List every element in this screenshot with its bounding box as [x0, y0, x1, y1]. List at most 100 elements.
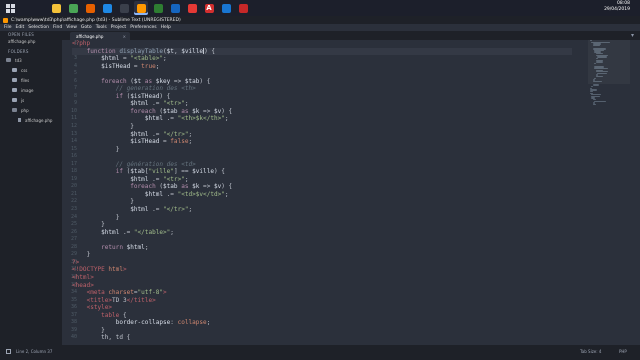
tab-label: affichage.php: [76, 33, 104, 39]
open-file-item[interactable]: affichage.php: [0, 38, 62, 45]
sidebar-folder-item[interactable]: td3: [0, 55, 62, 65]
code-line: ?>: [72, 259, 572, 267]
menu-preferences[interactable]: Preferences: [130, 25, 156, 30]
code-token: ) {: [221, 107, 233, 115]
menu-find[interactable]: Find: [53, 25, 62, 30]
code-line: <head>: [72, 282, 572, 290]
code-token: $html: [101, 55, 120, 63]
firefox-icon[interactable]: [83, 1, 97, 15]
tab-dropdown-icon[interactable]: ▾: [631, 32, 634, 39]
menu-view[interactable]: View: [66, 25, 77, 30]
syntax-mode[interactable]: PHP: [619, 349, 627, 354]
taskbar-apps: A: [49, 1, 253, 15]
sidebar-folder-item[interactable]: files: [0, 75, 62, 85]
menu-help[interactable]: Help: [161, 25, 171, 30]
code-token: ] ==: [173, 168, 193, 176]
code-token: $tab: [184, 77, 200, 85]
code-token: return: [101, 243, 123, 251]
minimap[interactable]: [588, 40, 630, 106]
code-token: // generation des <th>: [115, 85, 196, 93]
code-editor[interactable]: 1234567891011121314151617181920212223242…: [62, 40, 640, 345]
code-token: ;: [155, 62, 160, 70]
app-icon-blue[interactable]: [100, 1, 114, 15]
code-line: table {: [72, 312, 572, 320]
sidebar-item-label: css: [21, 67, 28, 73]
sidebar-folder-item[interactable]: js: [0, 95, 62, 105]
code-token: =>: [199, 107, 214, 115]
code-token: ;: [224, 190, 229, 198]
sidebar-folder-item[interactable]: image: [0, 85, 62, 95]
code-line: $html .= "<td>$v</td>";: [72, 191, 572, 199]
code-token: foreach: [101, 77, 127, 85]
code-line: }: [72, 251, 572, 259]
code-line: $html .= "<tr>";: [72, 100, 572, 108]
code-area[interactable]: <?php function displayTable($t, $ville) …: [72, 40, 572, 345]
windows-taskbar: A 08:08 29/04/2019: [0, 0, 640, 16]
menu-project[interactable]: Project: [111, 25, 126, 30]
sidebar-folder-item[interactable]: php: [0, 105, 62, 115]
taskbar-clock[interactable]: 08:08 29/04/2019: [604, 1, 630, 13]
code-line: }: [72, 198, 572, 206]
code-line: $html .= "<tr>";: [72, 176, 572, 184]
code-token: ;: [184, 175, 189, 183]
tab-affichage-php[interactable]: affichage.php ×: [70, 32, 130, 40]
code-line: }: [72, 146, 572, 154]
menu-edit[interactable]: Edit: [16, 25, 25, 30]
file-explorer-icon[interactable]: [49, 1, 63, 15]
code-token: "<th>$k</th>": [177, 115, 225, 123]
menu-bar: File Edit Selection Find View Goto Tools Projec…: [0, 24, 640, 31]
folder-icon: [12, 78, 17, 82]
app-icon-blue2[interactable]: [168, 1, 182, 15]
code-token: displayTable: [119, 47, 164, 55]
menu-file[interactable]: File: [4, 25, 12, 30]
app-icon-blue2-glyph: [170, 3, 180, 13]
panel-toggle-icon[interactable]: [6, 349, 11, 354]
menu-selection[interactable]: Selection: [28, 25, 49, 30]
app-icon-blue3-glyph: [221, 3, 231, 13]
menu-tools[interactable]: Tools: [96, 25, 107, 30]
windows-start-icon[interactable]: [3, 1, 17, 15]
app-icon-blue3[interactable]: [219, 1, 233, 15]
app-icon-red[interactable]: [236, 1, 250, 15]
folder-icon: [12, 108, 17, 112]
file-icon: [18, 118, 21, 122]
code-token: ;: [144, 243, 149, 251]
adobe-icon[interactable]: A: [202, 1, 216, 15]
sidebar-bottom: [0, 337, 62, 345]
sidebar-file-item[interactable]: affichage.php: [0, 115, 62, 125]
code-line: th, td {: [72, 334, 572, 342]
menu-goto[interactable]: Goto: [81, 25, 92, 30]
code-token: <style>: [86, 304, 113, 312]
wamp-icon[interactable]: [185, 1, 199, 15]
code-token: "<table>": [130, 55, 164, 63]
code-token: <meta: [86, 289, 109, 297]
code-line: <style>: [72, 304, 572, 312]
sublime-text-icon[interactable]: [134, 1, 148, 15]
code-line: $html .= "</tr>";: [72, 206, 572, 214]
sidebar-folder-item[interactable]: css: [0, 65, 62, 75]
minimap-viewport[interactable]: [588, 40, 630, 84]
close-icon[interactable]: ×: [123, 34, 126, 39]
tab-size[interactable]: Tab Size: 4: [580, 349, 601, 354]
app-icon-green[interactable]: [151, 1, 165, 15]
code-token: if: [115, 168, 123, 176]
code-line: }: [72, 214, 572, 222]
code-token: $tab: [163, 107, 178, 115]
chrome-icon[interactable]: [66, 1, 80, 15]
code-token: $html: [130, 130, 149, 138]
app-icon-dark[interactable]: [117, 1, 131, 15]
code-token: =>: [199, 183, 214, 191]
tab-strip: affichage.php × ▾: [62, 31, 640, 40]
